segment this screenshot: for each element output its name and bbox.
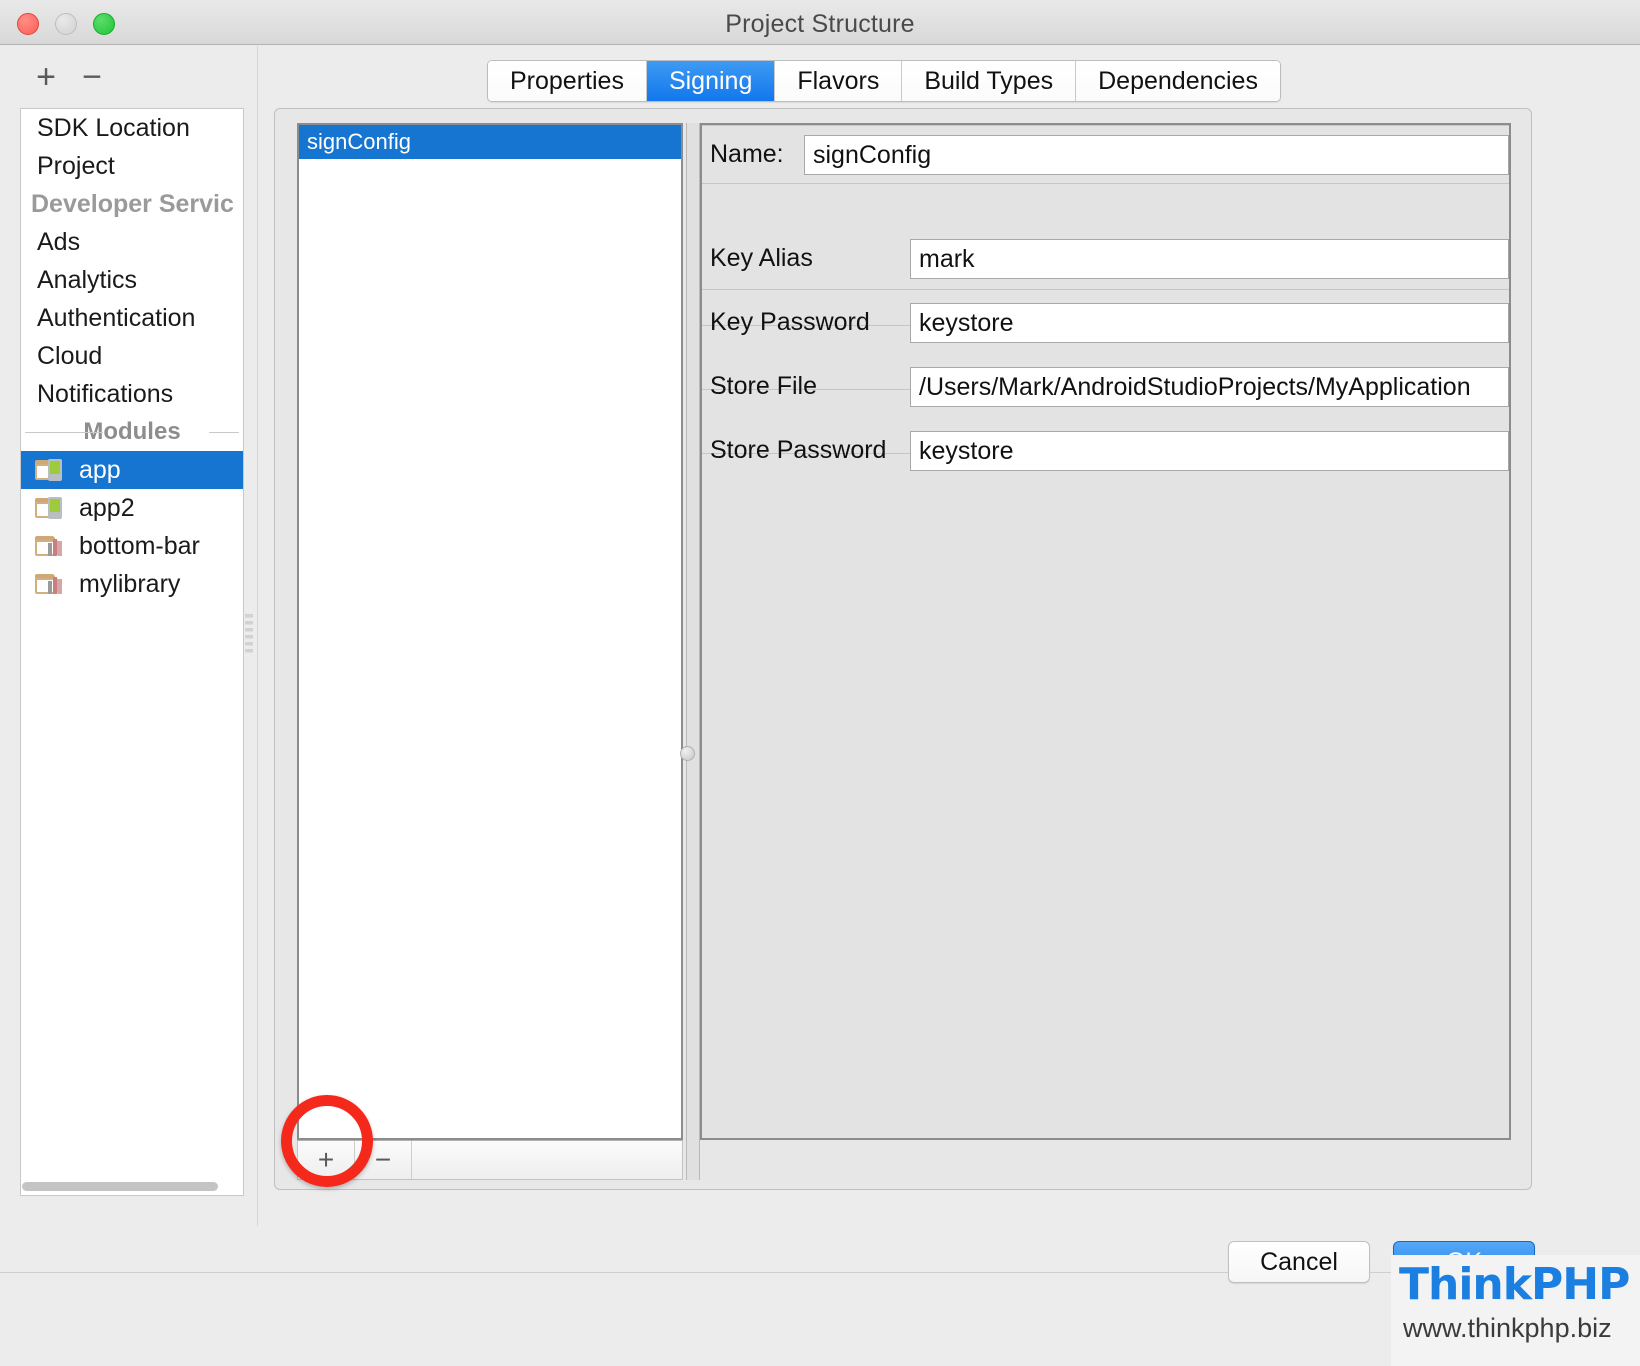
signing-config-name: signConfig: [307, 129, 411, 154]
sidebar-item-label: app2: [79, 494, 135, 522]
toolbar-filler: [412, 1141, 682, 1179]
minus-icon: −: [82, 58, 102, 96]
store-password-input[interactable]: keystore: [910, 431, 1509, 471]
field-row-key-alias: Key Alias mark: [702, 235, 1509, 281]
tab-label: Build Types: [924, 66, 1054, 95]
add-signing-config-button[interactable]: +: [298, 1141, 355, 1179]
sidebar-horizontal-scrollbar[interactable]: [22, 1182, 218, 1191]
plus-icon: +: [317, 1144, 335, 1175]
sidebar-item-label: Analytics: [37, 266, 138, 294]
pane-splitter[interactable]: [686, 123, 700, 1180]
project-structure-window: Project Structure + − SDK Location Proje…: [0, 0, 1640, 1366]
tab-signing[interactable]: Signing: [646, 61, 776, 101]
remove-module-button[interactable]: −: [72, 58, 112, 98]
name-value: signConfig: [813, 141, 932, 169]
add-module-button[interactable]: +: [26, 58, 66, 98]
sidebar-item-mylibrary[interactable]: mylibrary: [21, 565, 243, 603]
tab-flavors[interactable]: Flavors: [775, 61, 903, 101]
store-file-value: /Users/Mark/AndroidStudioProjects/MyAppl…: [919, 373, 1471, 401]
thinkphp-watermark: ThinkPHP www.thinkphp.biz: [1391, 1255, 1640, 1366]
signing-panel: signConfig + − Name: signConfig Key Alia…: [274, 108, 1532, 1190]
sidebar-list[interactable]: SDK Location Project Developer Servic Ad…: [20, 108, 244, 1196]
store-file-input[interactable]: /Users/Mark/AndroidStudioProjects/MyAppl…: [910, 367, 1509, 407]
sidebar-item-sdk-location[interactable]: SDK Location: [21, 109, 243, 147]
cancel-button[interactable]: Cancel: [1228, 1241, 1370, 1283]
tab-properties[interactable]: Properties: [488, 61, 647, 101]
store-password-label: Store Password: [710, 436, 887, 464]
sidebar-item-label: Project: [37, 152, 115, 180]
key-alias-input[interactable]: mark: [910, 239, 1509, 279]
sidebar-item-label: Authentication: [37, 304, 196, 332]
tab-dependencies[interactable]: Dependencies: [1076, 61, 1280, 101]
signing-config-list-toolbar: + −: [297, 1140, 683, 1180]
thinkphp-logo: ThinkPHP: [1399, 1259, 1630, 1310]
tab-label: Dependencies: [1098, 66, 1258, 95]
thinkphp-url: www.thinkphp.biz: [1403, 1313, 1612, 1343]
signing-config-list[interactable]: signConfig: [297, 123, 683, 1140]
sidebar-group-label: Developer Servic: [31, 190, 234, 218]
field-row-store-password: Store Password keystore: [702, 427, 1509, 473]
sidebar-item-label: bottom-bar: [79, 532, 200, 560]
tab-label: Signing: [668, 66, 753, 95]
splitter-collapse-handle-icon[interactable]: [680, 746, 695, 761]
key-alias-label: Key Alias: [710, 244, 813, 272]
signing-config-form: Name: signConfig Key Alias mark Key Pass…: [700, 123, 1511, 1140]
key-password-value: keystore: [919, 309, 1014, 337]
sidebar-item-cloud[interactable]: Cloud: [21, 337, 243, 375]
sidebar-item-bottom-bar[interactable]: bottom-bar: [21, 527, 243, 565]
sidebar-item-authentication[interactable]: Authentication: [21, 299, 243, 337]
tab-label: Properties: [510, 66, 624, 95]
store-password-value: keystore: [919, 437, 1014, 465]
key-password-input[interactable]: keystore: [910, 303, 1509, 343]
sidebar-group-developer-services: Developer Servic: [21, 185, 243, 223]
plus-icon: +: [36, 58, 56, 96]
folder-library-icon: [35, 571, 69, 597]
window-titlebar: Project Structure: [0, 0, 1640, 45]
field-row-key-password: Key Password keystore: [702, 299, 1509, 345]
field-row-name: Name: signConfig: [702, 131, 1509, 177]
sidebar-item-app[interactable]: app: [21, 451, 243, 489]
cancel-button-label: Cancel: [1260, 1247, 1338, 1276]
separator-line-right: [209, 432, 239, 433]
key-password-label: Key Password: [710, 308, 870, 336]
sidebar-item-label: app: [79, 456, 121, 484]
sidebar-item-ads[interactable]: Ads: [21, 223, 243, 261]
separator-line-left: [25, 432, 103, 433]
sidebar-item-label: SDK Location: [37, 114, 190, 142]
minus-icon: −: [374, 1144, 392, 1175]
store-file-label: Store File: [710, 372, 817, 400]
sidebar-item-label: mylibrary: [79, 570, 181, 598]
key-alias-value: mark: [919, 245, 975, 273]
sidebar-item-label: Cloud: [37, 342, 103, 370]
sidebar-resize-grip[interactable]: [245, 614, 253, 656]
tab-label: Flavors: [797, 66, 880, 95]
name-label: Name:: [710, 140, 784, 168]
list-item[interactable]: signConfig: [299, 125, 681, 159]
sidebar-item-label: Ads: [37, 228, 81, 256]
folder-library-icon: [35, 533, 69, 559]
sidebar-item-notifications[interactable]: Notifications: [21, 375, 243, 413]
tab-bar: Properties Signing Flavors Build Types D…: [487, 60, 1281, 102]
name-input[interactable]: signConfig: [804, 135, 1509, 175]
sidebar-item-analytics[interactable]: Analytics: [21, 261, 243, 299]
remove-signing-config-button[interactable]: −: [355, 1141, 412, 1179]
sidebar-item-project[interactable]: Project: [21, 147, 243, 185]
tab-build-types[interactable]: Build Types: [902, 61, 1077, 101]
sidebar-item-label: Notifications: [37, 380, 174, 408]
folder-phone-icon: [35, 457, 69, 483]
window-title: Project Structure: [725, 10, 915, 38]
sidebar-toolbar: + −: [0, 46, 264, 108]
field-row-store-file: Store File /Users/Mark/AndroidStudioProj…: [702, 363, 1509, 409]
sidebar-item-app2[interactable]: app2: [21, 489, 243, 527]
folder-phone-icon: [35, 495, 69, 521]
sidebar-divider: [257, 46, 258, 1226]
sidebar-separator-modules: Modules: [21, 413, 243, 451]
